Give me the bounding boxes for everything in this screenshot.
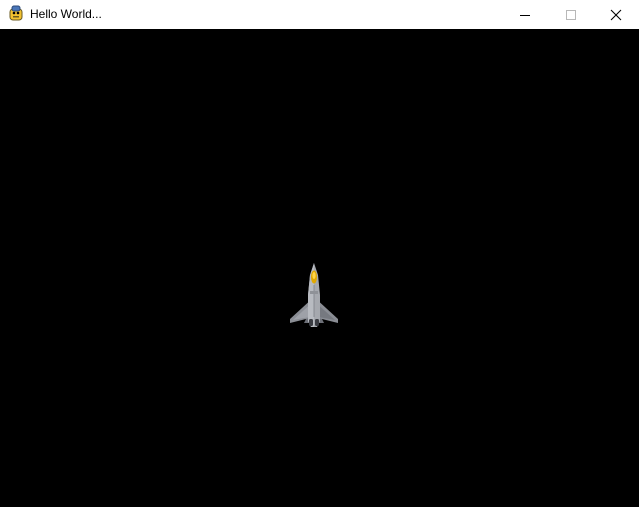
maximize-icon [566,9,576,20]
window-title: Hello World... [30,7,102,21]
close-icon [610,9,622,20]
maximize-button[interactable] [548,0,594,29]
minimize-button[interactable] [502,0,548,29]
pygame-snake-icon [9,5,23,21]
minimize-icon [520,14,530,16]
app-window: Hello World... [0,0,639,507]
close-button[interactable] [593,0,639,29]
fighter-jet-icon [290,263,338,327]
game-canvas[interactable] [0,29,639,507]
title-bar[interactable]: Hello World... [0,0,639,29]
